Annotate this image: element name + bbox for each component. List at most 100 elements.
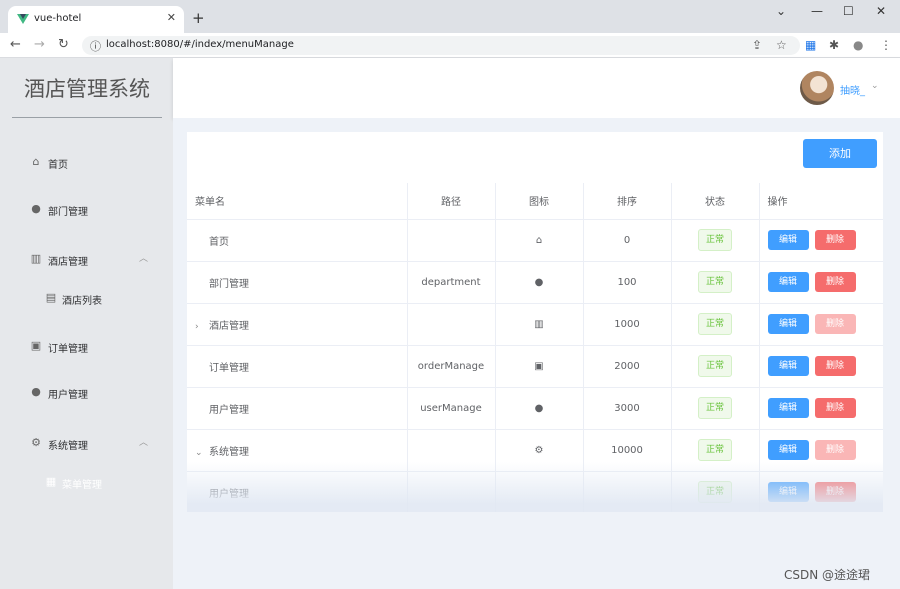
office-building-icon: ▥ [534, 318, 544, 330]
menu-name-text: 部门管理 [209, 278, 249, 290]
cell-path: department [407, 261, 496, 304]
close-window-icon[interactable]: ✕ [876, 4, 886, 18]
table-row[interactable]: ⌄ 系统管理 ⚙ 10000 正常 编辑 删除 [187, 429, 883, 472]
edit-button[interactable]: 编辑 [767, 230, 809, 250]
cell-path [407, 429, 496, 472]
sidebar: 酒店管理系统 ⌂ 首页 ● 部门管理 ▥ 酒店管理 ︿ ▤ 酒店列表 ▣ 订单管… [0, 58, 173, 589]
new-tab-icon[interactable]: + [192, 9, 205, 27]
delete-button[interactable]: 删除 [814, 482, 856, 502]
sidebar-item-home[interactable]: ⌂ 首页 [0, 147, 173, 177]
column-header-sort[interactable]: 排序 [583, 183, 672, 220]
table-row[interactable]: 订单管理 orderManage ▣ 2000 正常 编辑 删除 [187, 345, 883, 388]
sidebar-item-hotel-list[interactable]: ▤ 酒店列表 [0, 283, 173, 313]
cell-actions: 编辑 删除 [759, 303, 883, 346]
user-icon: ● [31, 385, 41, 398]
sidebar-item-label: 订单管理 [48, 344, 88, 355]
cell-status: 正常 [671, 219, 760, 262]
cell-menu-name: ⌄ 系统管理 [187, 429, 408, 472]
cell-actions: 编辑 删除 [759, 345, 883, 388]
sidebar-item-system[interactable]: ⚙ 系统管理 ︿ [0, 428, 173, 458]
cell-actions: 编辑 删除 [759, 387, 883, 430]
cell-actions: 编辑 删除 [759, 471, 883, 512]
office-building-icon: ▥ [30, 252, 42, 265]
minimize-icon[interactable]: — [811, 4, 823, 18]
tab-close-icon[interactable]: ✕ [167, 11, 176, 24]
delete-button[interactable]: 删除 [814, 398, 856, 418]
extensions-puzzle-icon[interactable]: ✱ [829, 38, 839, 52]
table-row[interactable]: 部门管理 department ● 100 正常 编辑 删除 [187, 261, 883, 304]
tab-search-icon[interactable]: ⌄ [776, 4, 786, 18]
cell-path: userManage [407, 387, 496, 430]
share-icon[interactable]: ⇪ [752, 38, 762, 52]
sidebar-item-department[interactable]: ● 部门管理 [0, 194, 173, 224]
menu-table-card: 添加 菜单名 路径 图标 排序 状态 操作 首页 ⌂ 0 正常 编辑 删除 部门管理 depa… [187, 132, 883, 512]
sidebar-item-label: 用户管理 [48, 390, 88, 401]
edit-button[interactable]: 编辑 [767, 356, 809, 376]
edit-button[interactable]: 编辑 [767, 398, 809, 418]
delete-button[interactable]: 删除 [814, 314, 856, 334]
cell-sort: 10000 [583, 429, 672, 472]
delete-button[interactable]: 删除 [814, 230, 856, 250]
clipboard-icon: ▣ [534, 360, 544, 372]
table-row[interactable]: 用户管理 正常 编辑 删除 [187, 471, 883, 512]
username-link[interactable]: 抽晓_ [840, 82, 865, 97]
site-info-icon[interactable]: ⓘ [90, 38, 101, 54]
home-icon: ⌂ [535, 234, 543, 246]
edit-button[interactable]: 编辑 [767, 272, 809, 292]
column-header-actions[interactable]: 操作 [759, 183, 883, 220]
cell-menu-name: 订单管理 [187, 345, 408, 388]
browser-tab[interactable]: vue-hotel ✕ [8, 6, 184, 33]
menu-name-text: 用户管理 [209, 404, 249, 416]
bookmark-star-icon[interactable]: ☆ [776, 38, 787, 52]
cell-status: 正常 [671, 261, 760, 304]
brand-title: 酒店管理系统 [12, 73, 162, 118]
cell-menu-name: › 酒店管理 [187, 303, 408, 346]
sidebar-item-orders[interactable]: ▣ 订单管理 [0, 331, 173, 361]
expand-toggle-icon[interactable]: › [195, 322, 209, 332]
user-icon: ● [534, 276, 544, 288]
delete-button[interactable]: 删除 [814, 440, 856, 460]
maximize-icon[interactable]: ☐ [843, 4, 854, 18]
column-header-name[interactable]: 菜单名 [187, 183, 408, 220]
table-row[interactable]: 首页 ⌂ 0 正常 编辑 删除 [187, 219, 883, 262]
top-header: 抽晓_ ⌄ [173, 58, 900, 118]
back-icon[interactable]: ← [10, 37, 21, 52]
sidebar-item-label: 部门管理 [48, 207, 88, 218]
table-row[interactable]: 用户管理 userManage ● 3000 正常 编辑 删除 [187, 387, 883, 430]
tab-title: vue-hotel [34, 13, 82, 24]
extension-app-icon[interactable]: ▦ [805, 38, 816, 52]
cell-icon: ● [495, 261, 584, 304]
browser-tab-bar: vue-hotel ✕ + ⌄ — ☐ ✕ [0, 0, 900, 33]
forward-icon[interactable]: → [34, 37, 45, 52]
cell-menu-name: 用户管理 [187, 387, 408, 430]
add-button[interactable]: 添加 [803, 139, 877, 168]
more-menu-icon[interactable]: ⋮ [880, 38, 892, 52]
edit-button[interactable]: 编辑 [767, 314, 809, 334]
edit-button[interactable]: 编辑 [767, 440, 809, 460]
reload-icon[interactable]: ↻ [58, 37, 69, 52]
url-text[interactable]: localhost:8080/#/index/menuManage [106, 39, 294, 50]
edit-button[interactable]: 编辑 [767, 482, 809, 502]
cell-actions: 编辑 删除 [759, 219, 883, 262]
cell-status: 正常 [671, 471, 760, 512]
cell-icon [495, 471, 584, 512]
document-icon: ▤ [45, 291, 57, 304]
column-header-icon[interactable]: 图标 [495, 183, 584, 220]
delete-button[interactable]: 删除 [814, 272, 856, 292]
avatar[interactable] [800, 71, 834, 105]
url-field[interactable]: ⓘ localhost:8080/#/index/menuManage [82, 36, 800, 55]
sidebar-item-users[interactable]: ● 用户管理 [0, 377, 173, 407]
sidebar-item-menu-management[interactable]: ▦ 菜单管理 [0, 467, 173, 497]
expand-toggle-icon[interactable]: ⌄ [195, 448, 209, 458]
chevron-down-icon[interactable]: ⌄ [871, 81, 879, 91]
delete-button[interactable]: 删除 [814, 356, 856, 376]
table-row[interactable]: › 酒店管理 ▥ 1000 正常 编辑 删除 [187, 303, 883, 346]
column-header-status[interactable]: 状态 [671, 183, 760, 220]
profile-icon[interactable]: ● [853, 38, 863, 52]
sidebar-item-hotel-management[interactable]: ▥ 酒店管理 ︿ [0, 244, 173, 274]
column-header-path[interactable]: 路径 [407, 183, 496, 220]
cell-path [407, 219, 496, 262]
status-badge: 正常 [698, 229, 732, 251]
cell-sort: 100 [583, 261, 672, 304]
user-icon: ● [31, 202, 41, 215]
